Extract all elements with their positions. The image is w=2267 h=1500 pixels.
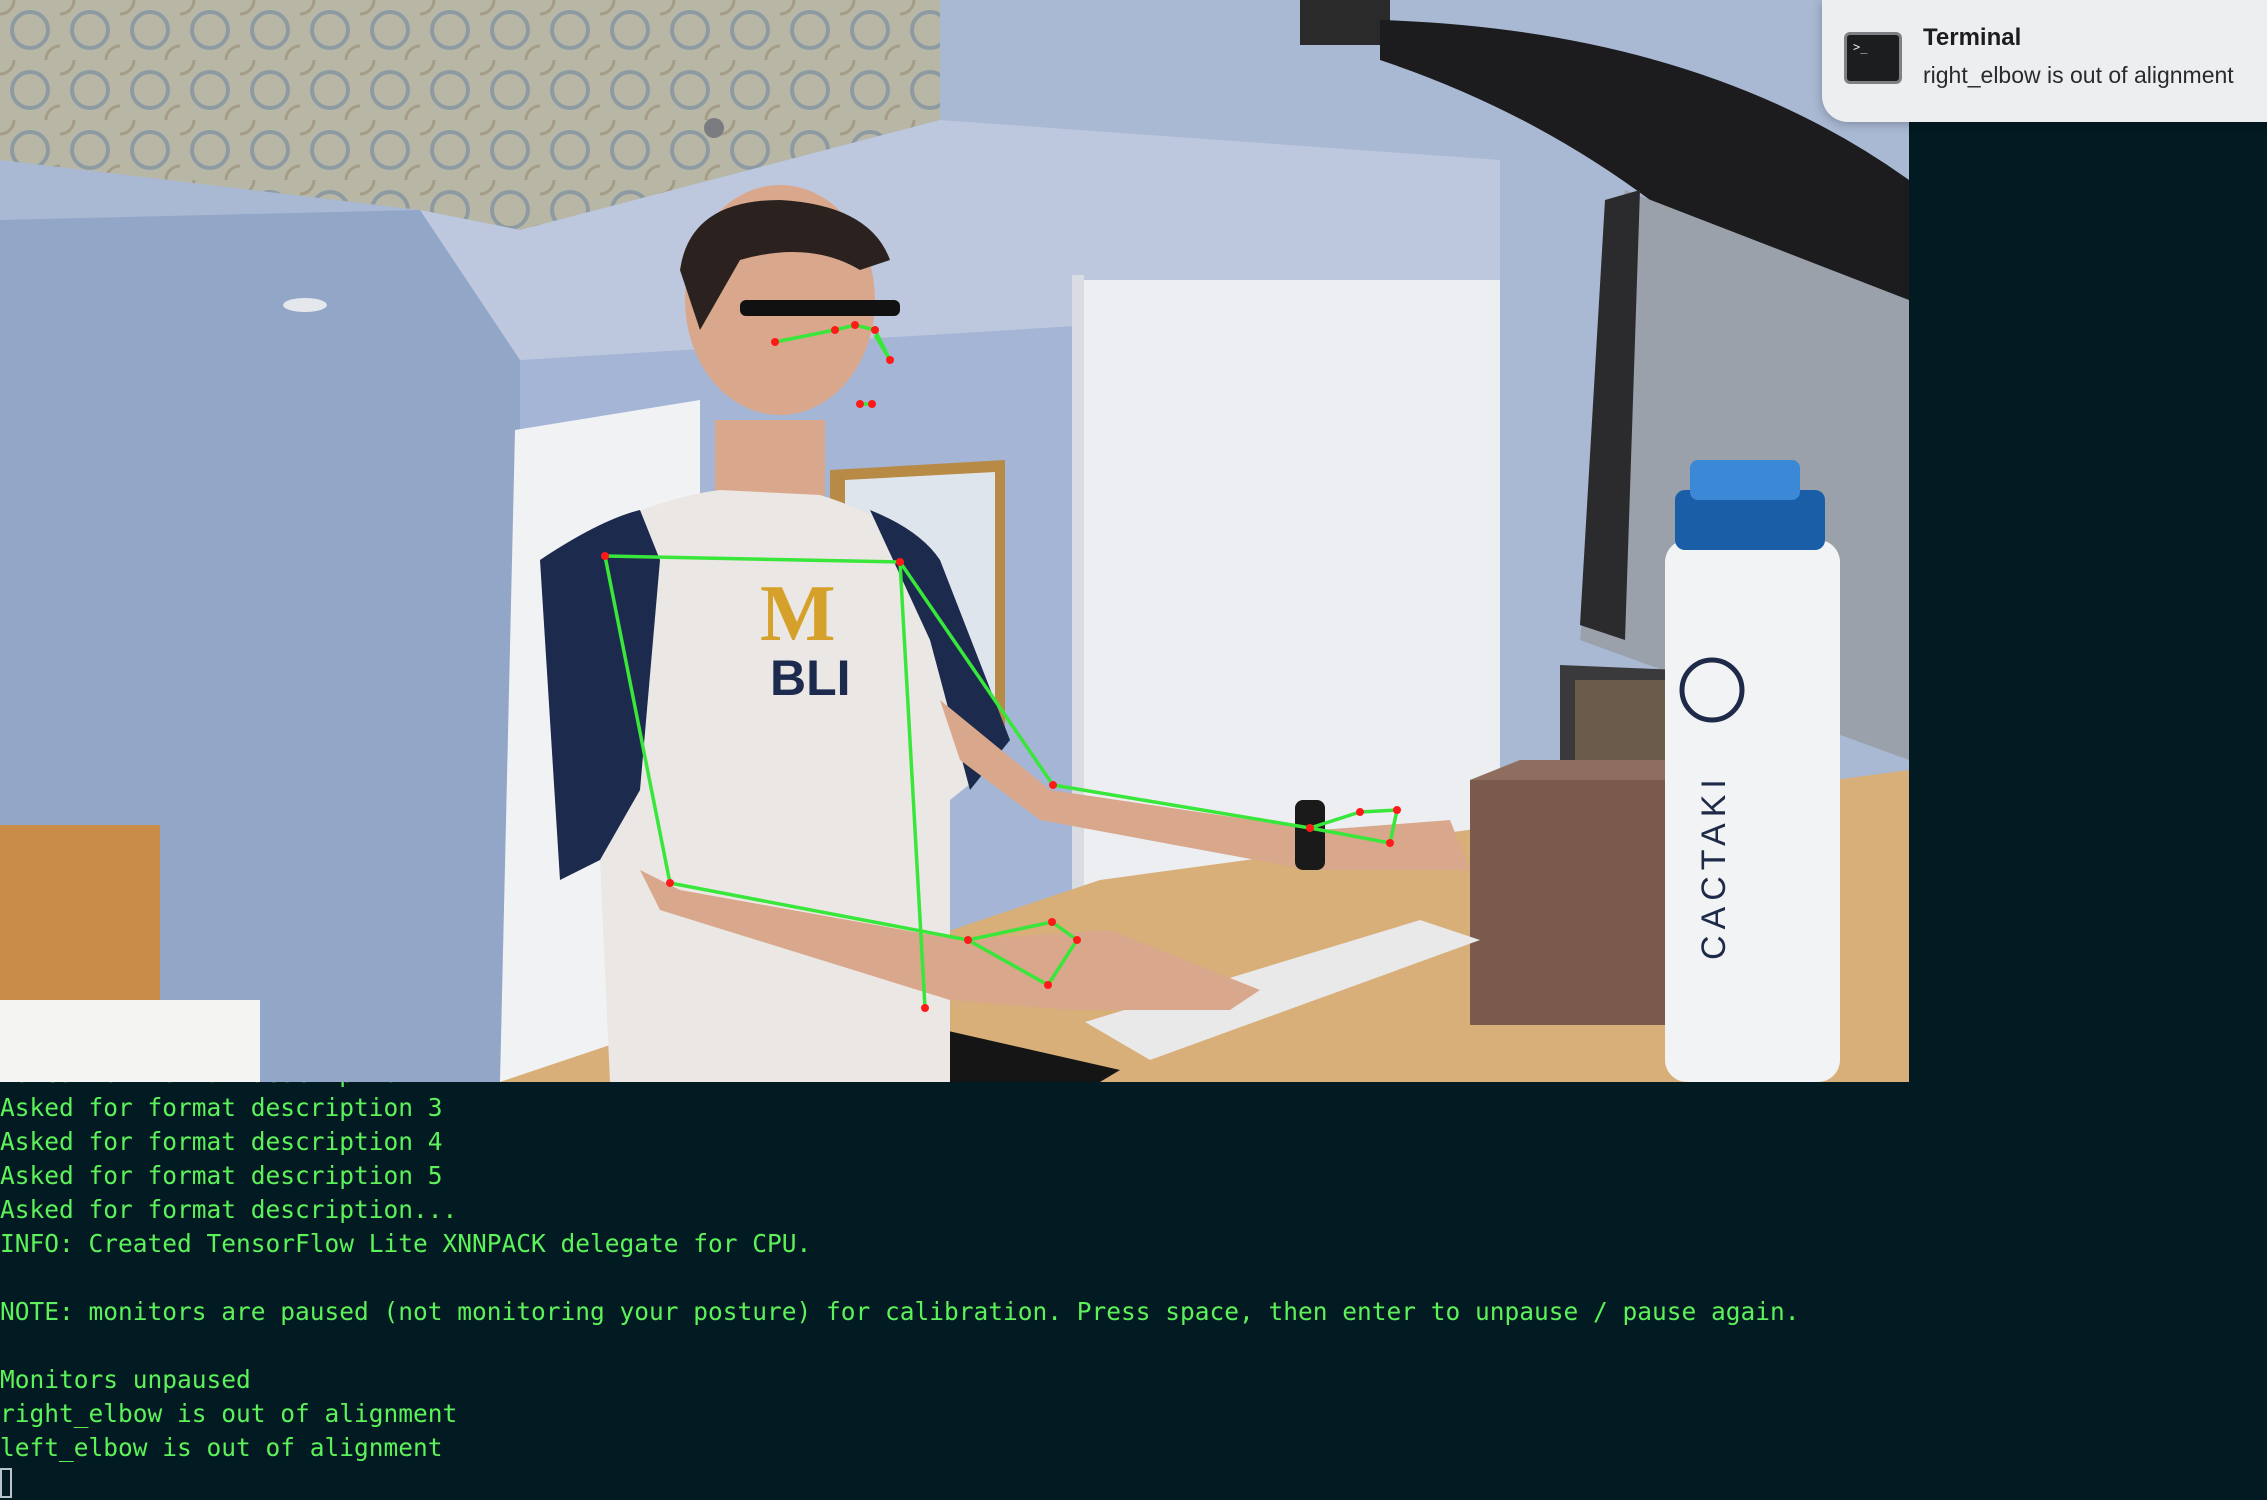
terminal-line: left_elbow is out of alignment [0, 1433, 443, 1462]
terminal-line: Asked for format description 2 [0, 1082, 2267, 1091]
notification-banner[interactable]: >_ Terminal right_elbow is out of alignm… [1822, 0, 2267, 122]
terminal-line: right_elbow is out of alignment [0, 1399, 458, 1428]
bed-sheets [0, 1000, 260, 1082]
notification-message: right_elbow is out of alignment [1923, 62, 2234, 88]
camera-scene: CACTAKI M BLI [0, 0, 1909, 1082]
notification-title: Terminal [1923, 24, 2022, 51]
terminal-icon: >_ [1844, 32, 1902, 84]
terminal-line: Asked for format description... [0, 1195, 458, 1224]
terminal-line: Asked for format description 4 [0, 1127, 443, 1156]
shirt-logo: M [760, 570, 836, 658]
camera-feed: CACTAKI M BLI [0, 0, 1909, 1082]
terminal-line: Asked for format description 3 [0, 1093, 443, 1122]
water-bottle [1665, 540, 1840, 1082]
terminal-output[interactable]: Asked for format description 2 Asked for… [0, 1082, 2267, 1500]
terminal-prompt[interactable] [0, 1465, 2267, 1499]
watch [1295, 800, 1325, 870]
shirt-text: BLI [770, 650, 851, 706]
text-cursor [0, 1468, 12, 1498]
ceiling-light [283, 298, 327, 312]
bottle-brand: CACTAKI [1695, 773, 1733, 960]
terminal-line: INFO: Created TensorFlow Lite XNNPACK de… [0, 1229, 812, 1258]
sprinkler [704, 118, 724, 138]
terminal-line: NOTE: monitors are paused (not monitorin… [0, 1297, 1800, 1326]
bed-headboard [0, 825, 160, 1015]
monitor-arm [1300, 0, 1390, 45]
terminal-line: Asked for format description 5 [0, 1161, 443, 1190]
terminal-line: Monitors unpaused [0, 1365, 251, 1394]
